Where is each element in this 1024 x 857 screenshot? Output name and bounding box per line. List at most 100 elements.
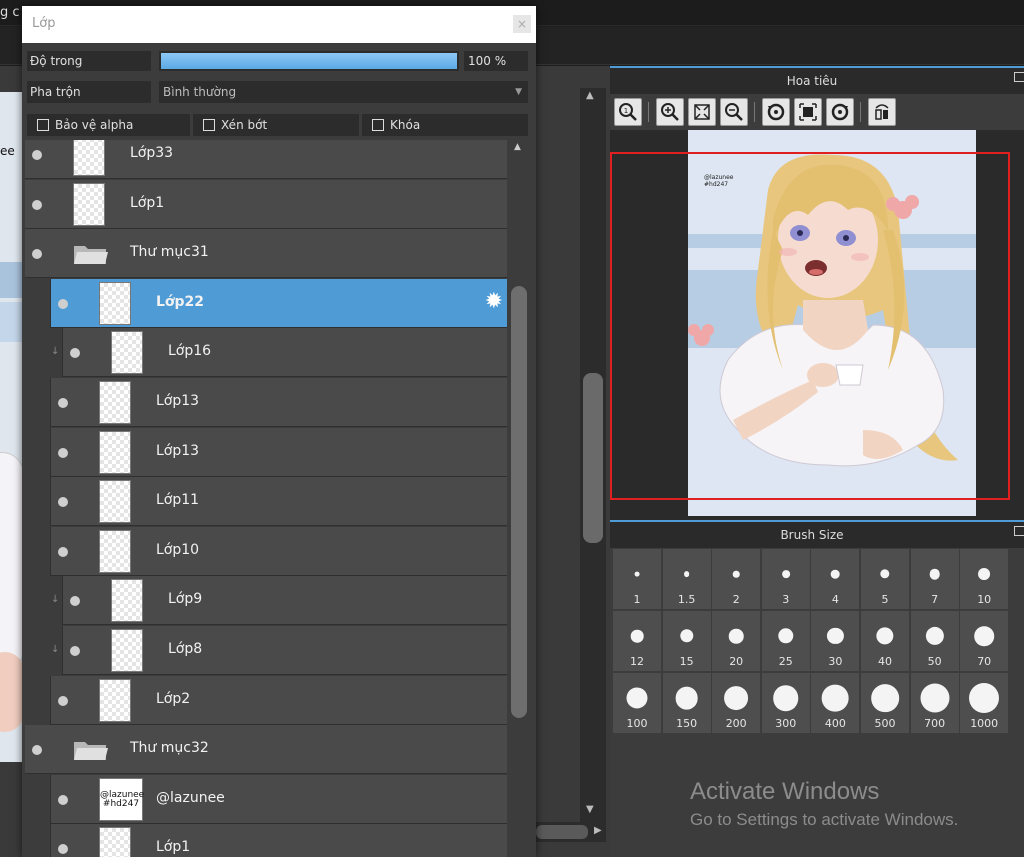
visibility-toggle-icon[interactable] bbox=[32, 745, 42, 756]
brush-size-label: 200 bbox=[725, 717, 747, 730]
visibility-toggle-icon[interactable] bbox=[58, 447, 68, 458]
menu-fragment[interactable]: g c bbox=[0, 5, 20, 20]
layer-row[interactable]: Lớp10 bbox=[50, 526, 507, 576]
layer-thumbnail bbox=[111, 331, 143, 375]
visibility-toggle-icon[interactable] bbox=[32, 199, 42, 210]
brush-size-option[interactable]: 5 bbox=[861, 549, 909, 609]
brush-size-option[interactable]: 2 bbox=[712, 549, 761, 609]
brush-size-option[interactable]: 1.5 bbox=[662, 549, 711, 609]
brush-size-option[interactable]: 30 bbox=[811, 611, 860, 671]
visibility-toggle-icon[interactable] bbox=[32, 150, 42, 160]
navigator-view[interactable]: @lazunee #hd247 bbox=[610, 130, 1024, 520]
brush-size-option[interactable]: 700 bbox=[910, 673, 959, 733]
layer-row[interactable]: ↓ Lớp9 bbox=[51, 576, 507, 626]
zoom-out-icon[interactable] bbox=[720, 98, 748, 126]
visibility-toggle-icon[interactable] bbox=[70, 646, 80, 656]
brush-size-option[interactable]: 1 bbox=[613, 549, 661, 609]
brush-size-option[interactable]: 20 bbox=[712, 611, 761, 671]
brush-size-option[interactable]: 70 bbox=[960, 611, 1009, 671]
blend-mode-select[interactable]: Bình thường ▼ bbox=[159, 81, 528, 103]
alpha-protect-checkbox[interactable]: Bảo vệ alpha bbox=[27, 114, 190, 136]
panel-menu-icon[interactable] bbox=[1014, 72, 1024, 82]
visibility-toggle-icon[interactable] bbox=[58, 794, 68, 805]
opacity-slider[interactable] bbox=[159, 51, 459, 71]
layer-folder-row[interactable]: Thư mục31 bbox=[25, 229, 507, 279]
brush-size-option[interactable]: 50 bbox=[910, 611, 959, 671]
visibility-toggle-icon[interactable] bbox=[58, 398, 68, 408]
brush-size-option[interactable]: 12 bbox=[613, 611, 661, 671]
visibility-toggle-icon[interactable] bbox=[70, 596, 80, 607]
visibility-toggle-icon[interactable] bbox=[58, 695, 68, 706]
clip-checkbox[interactable]: Xén bớt bbox=[193, 114, 359, 136]
close-button[interactable]: × bbox=[513, 15, 531, 33]
visibility-toggle-icon[interactable] bbox=[32, 249, 42, 260]
canvas-horizontal-scrollbar[interactable]: ▶ bbox=[536, 822, 606, 842]
layer-row[interactable]: Lớp1 bbox=[50, 824, 507, 857]
activate-windows-watermark: Activate Windows Go to Settings to activ… bbox=[690, 778, 958, 830]
brush-size-label: 1.5 bbox=[677, 593, 696, 606]
actual-size-icon[interactable] bbox=[794, 98, 822, 126]
layer-row[interactable]: @lazunee #hd247 @lazunee bbox=[50, 774, 507, 824]
layer-row[interactable]: Lớp11 bbox=[50, 477, 507, 527]
canvas-vertical-scrollbar[interactable]: ▲ ▼ bbox=[580, 88, 606, 828]
fit-icon[interactable] bbox=[688, 98, 716, 126]
scroll-up-icon[interactable]: ▲ bbox=[514, 142, 521, 152]
layer-row[interactable]: Lớp1 bbox=[25, 179, 507, 229]
brush-size-option[interactable]: 150 bbox=[662, 673, 711, 733]
brush-size-option[interactable]: 15 bbox=[662, 611, 711, 671]
brush-size-option[interactable]: 400 bbox=[811, 673, 860, 733]
layer-row[interactable]: Lớp13 bbox=[50, 427, 507, 477]
brush-size-option[interactable]: 3 bbox=[761, 549, 810, 609]
brush-size-option[interactable]: 1000 bbox=[960, 673, 1009, 733]
visibility-toggle-icon[interactable] bbox=[58, 844, 68, 855]
opacity-value[interactable]: 100 % bbox=[464, 51, 528, 71]
visibility-toggle-icon[interactable] bbox=[58, 298, 68, 309]
brush-size-option[interactable]: 40 bbox=[861, 611, 909, 671]
brush-size-option[interactable]: 200 bbox=[712, 673, 761, 733]
brush-size-option[interactable]: 4 bbox=[811, 549, 860, 609]
scroll-thumb[interactable] bbox=[511, 286, 527, 718]
brush-size-option[interactable]: 100 bbox=[613, 673, 661, 733]
blend-mode-value: Bình thường bbox=[163, 85, 237, 99]
checkbox-box[interactable] bbox=[372, 118, 384, 131]
scroll-up-icon[interactable]: ▲ bbox=[586, 90, 594, 101]
lock-checkbox[interactable]: Khóa bbox=[362, 114, 528, 136]
brush-size-option[interactable]: 25 bbox=[761, 611, 810, 671]
layer-row[interactable]: Lớp33 bbox=[25, 140, 507, 179]
rotate-left-icon[interactable] bbox=[762, 98, 790, 126]
visibility-toggle-icon[interactable] bbox=[58, 497, 68, 508]
brush-size-option[interactable]: 300 bbox=[761, 673, 810, 733]
canvas-visible-edge[interactable]: ee bbox=[0, 92, 24, 762]
blend-label: Pha trộn bbox=[27, 81, 151, 103]
scroll-thumb[interactable] bbox=[583, 373, 603, 543]
flip-icon[interactable] bbox=[868, 98, 896, 126]
checkbox-box[interactable] bbox=[37, 118, 49, 131]
scroll-down-icon[interactable]: ▼ bbox=[586, 804, 594, 815]
layer-row[interactable]: ↓ Lớp16 bbox=[51, 328, 507, 378]
layer-row[interactable]: Lớp2 bbox=[50, 675, 507, 725]
panel-menu-icon[interactable] bbox=[1014, 526, 1024, 536]
visibility-toggle-icon[interactable] bbox=[70, 348, 80, 359]
layer-row[interactable]: ↓ Lớp8 bbox=[51, 626, 507, 675]
navigator-viewport-frame[interactable] bbox=[610, 152, 1010, 500]
zoom-reset-icon[interactable]: 1 bbox=[614, 98, 642, 126]
zoom-in-icon[interactable] bbox=[656, 98, 684, 126]
brush-size-label: 12 bbox=[630, 655, 644, 668]
layer-panel-titlebar[interactable]: Lớp × bbox=[22, 6, 536, 43]
brush-size-option[interactable]: 7 bbox=[910, 549, 959, 609]
layer-folder-row[interactable]: Thư mục32 bbox=[25, 725, 507, 775]
layer-row[interactable]: Lớp22 ✹ bbox=[50, 278, 507, 328]
brush-size-label: 5 bbox=[881, 593, 889, 606]
layer-settings-gear-icon[interactable]: ✹ bbox=[485, 290, 503, 313]
layer-list-scrollbar[interactable]: ▲ bbox=[509, 140, 529, 857]
rotate-right-icon[interactable] bbox=[826, 98, 854, 126]
layer-thumbnail bbox=[99, 678, 131, 722]
brush-dot-icon bbox=[626, 687, 648, 709]
brush-size-option[interactable]: 10 bbox=[960, 549, 1009, 609]
layer-row[interactable]: Lớp13 bbox=[50, 378, 507, 427]
checkbox-box[interactable] bbox=[203, 118, 215, 131]
brush-size-option[interactable]: 500 bbox=[861, 673, 909, 733]
scroll-thumb[interactable] bbox=[536, 825, 588, 839]
visibility-toggle-icon[interactable] bbox=[58, 546, 68, 557]
scroll-right-icon[interactable]: ▶ bbox=[594, 825, 602, 836]
